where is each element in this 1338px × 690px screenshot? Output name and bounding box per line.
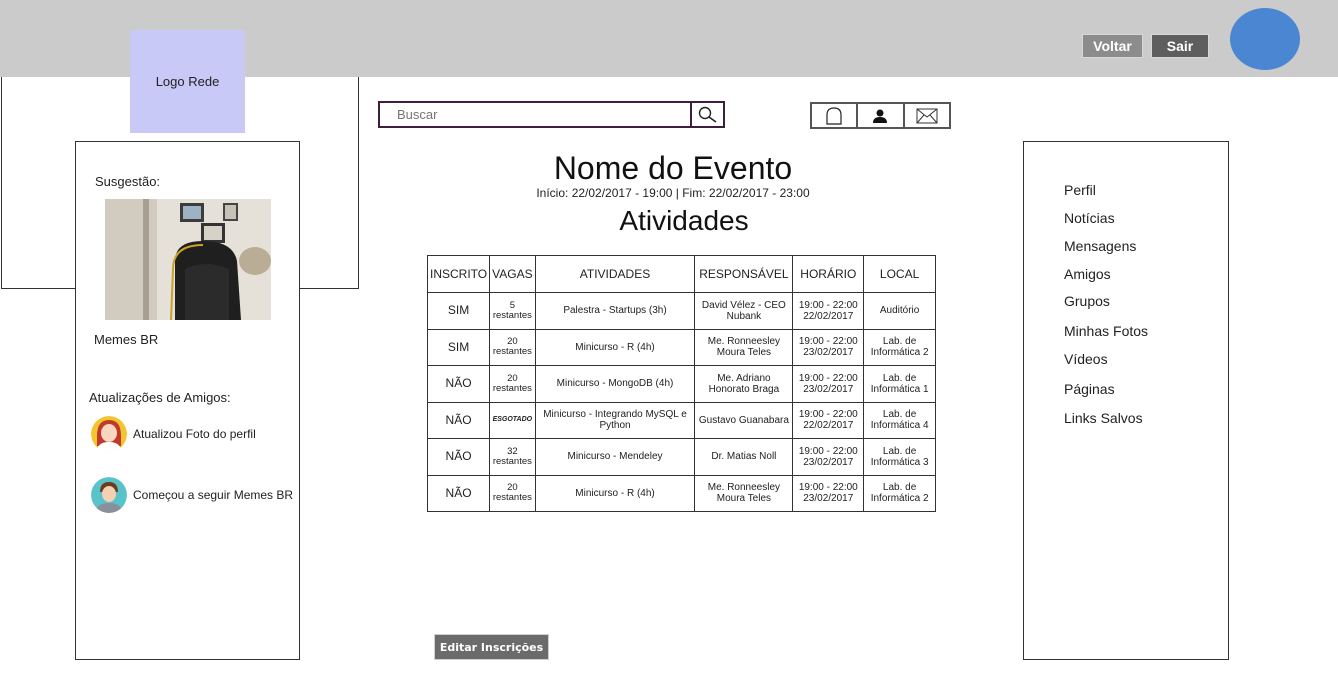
table-row[interactable]: NÃO ESGOTADO Minicurso - Integrando MySQ… (426, 401, 936, 439)
logo-text: Logo Rede (155, 74, 220, 89)
friend-update-text: Começou a seguir Memes BR (133, 488, 294, 502)
cell-local: Lab. de Informática 2 (863, 474, 936, 512)
suggestion-photo[interactable] (105, 199, 271, 320)
activities-title: Atividades (619, 205, 749, 236)
table-row[interactable]: SIM 20 restantes Minicurso - R (4h) Me. … (426, 328, 936, 366)
notifications-button[interactable] (812, 104, 856, 127)
cell-atividade: Minicurso - R (4h) (534, 474, 696, 512)
event-title: Nome do Evento (553, 150, 793, 186)
friend-update-item[interactable]: Começou a seguir Memes BR (91, 477, 293, 513)
cell-inscrito: SIM (426, 328, 491, 366)
cell-local: Lab. de Informática 3 (863, 438, 936, 476)
cell-vagas: ESGOTADO (489, 401, 536, 439)
bell-icon (826, 106, 842, 125)
search-input[interactable] (380, 103, 692, 126)
exit-button[interactable]: Sair (1151, 34, 1209, 58)
cell-local: Lab. de Informática 1 (863, 365, 936, 403)
cell-horario: 19:00 - 22:00 22/02/2017 (792, 292, 865, 330)
cell-atividade: Minicurso - R (4h) (534, 328, 696, 366)
suggestion-label: Susgestão: (95, 174, 161, 189)
cell-responsavel: Me. Adriano Honorato Braga (694, 365, 794, 403)
quick-icons (810, 102, 951, 129)
col-header-horario: HORÁRIO (792, 255, 865, 293)
cell-horario: 19:00 - 22:00 23/02/2017 (792, 328, 865, 366)
cell-vagas: 20 restantes (489, 474, 536, 512)
cell-responsavel: Me. Ronneesley Moura Teles (694, 328, 794, 366)
profile-button[interactable] (856, 104, 902, 127)
messages-button[interactable] (902, 104, 949, 127)
cell-responsavel: Me. Ronneesley Moura Teles (694, 474, 794, 512)
friend-update-item[interactable]: Atualizou Foto do perfil (91, 416, 256, 452)
event-dates: Início: 22/02/2017 - 19:00 | Fim: 22/02/… (536, 186, 810, 200)
cell-inscrito: NÃO (426, 474, 491, 512)
cell-responsavel: Gustavo Guanabara (694, 401, 794, 439)
cell-horario: 19:00 - 22:00 23/02/2017 (792, 438, 865, 476)
menu-item-noticias[interactable]: Notícias (1064, 210, 1115, 226)
cell-atividade: Minicurso - Mendeley (534, 438, 696, 476)
col-header-vagas: VAGAS (489, 255, 536, 293)
cell-atividade: Palestra - Startups (3h) (534, 292, 696, 330)
table-header-row: INSCRITO VAGAS ATIVIDADES RESPONSÁVEL HO… (426, 255, 936, 293)
suggestion-name[interactable]: Memes BR (94, 332, 158, 347)
search-icon (698, 106, 716, 123)
menu-item-perfil[interactable]: Perfil (1064, 182, 1096, 198)
cell-inscrito: SIM (426, 292, 491, 330)
cell-inscrito: NÃO (426, 365, 491, 403)
cell-inscrito: NÃO (426, 438, 491, 476)
cell-vagas: 20 restantes (489, 328, 536, 366)
right-menu-panel: Perfil Notícias Mensagens Amigos Grupos … (1023, 141, 1229, 660)
menu-item-videos[interactable]: Vídeos (1064, 351, 1108, 367)
cell-responsavel: David Vélez - CEO Nubank (694, 292, 794, 330)
cell-inscrito: NÃO (426, 401, 491, 439)
menu-item-grupos[interactable]: Grupos (1064, 293, 1110, 309)
friend-update-text: Atualizou Foto do perfil (133, 427, 256, 441)
user-avatar[interactable] (1230, 8, 1300, 70)
search-button[interactable] (690, 103, 723, 126)
menu-item-minhas-fotos[interactable]: Minhas Fotos (1064, 323, 1148, 339)
table-row[interactable]: NÃO 20 restantes Minicurso - MongoDB (4h… (426, 365, 936, 403)
logo[interactable]: Logo Rede (130, 30, 245, 133)
table-row[interactable]: NÃO 32 restantes Minicurso - Mendeley Dr… (426, 438, 936, 476)
cell-vagas: 32 restantes (489, 438, 536, 476)
col-header-local: LOCAL (863, 255, 936, 293)
cell-vagas: 5 restantes (489, 292, 536, 330)
envelope-icon (916, 108, 938, 123)
friend-avatar (91, 416, 127, 452)
cell-horario: 19:00 - 22:00 22/02/2017 (792, 401, 865, 439)
cell-atividade: Minicurso - MongoDB (4h) (534, 365, 696, 403)
cell-horario: 19:00 - 22:00 23/02/2017 (792, 365, 865, 403)
friend-avatar (91, 477, 127, 513)
cell-local: Auditório (863, 292, 936, 330)
col-header-inscrito: INSCRITO (426, 255, 491, 293)
cell-vagas: 20 restantes (489, 365, 536, 403)
activities-table: INSCRITO VAGAS ATIVIDADES RESPONSÁVEL HO… (426, 255, 936, 512)
user-icon (873, 109, 888, 123)
left-panel: Susgestão: Memes BR Atualizações de Amig… (75, 141, 300, 660)
edit-subscriptions-button[interactable]: Editar Inscrições (434, 634, 549, 660)
friend-updates-label: Atualizações de Amigos: (89, 390, 231, 405)
cell-responsavel: Dr. Matias Noll (694, 438, 794, 476)
cell-local: Lab. de Informática 2 (863, 328, 936, 366)
suggestion-photo-image (105, 199, 271, 320)
menu-item-links-salvos[interactable]: Links Salvos (1064, 410, 1143, 426)
search-bar (378, 101, 725, 128)
menu-item-amigos[interactable]: Amigos (1064, 266, 1111, 282)
cell-horario: 19:00 - 22:00 23/02/2017 (792, 474, 865, 512)
col-header-responsavel: RESPONSÁVEL (694, 255, 794, 293)
menu-item-mensagens[interactable]: Mensagens (1064, 238, 1136, 254)
cell-local: Lab. de Informática 4 (863, 401, 936, 439)
table-row[interactable]: NÃO 20 restantes Minicurso - R (4h) Me. … (426, 474, 936, 512)
col-header-atividades: ATIVIDADES (534, 255, 696, 293)
table-row[interactable]: SIM 5 restantes Palestra - Startups (3h)… (426, 292, 936, 330)
menu-item-paginas[interactable]: Páginas (1064, 381, 1115, 397)
cell-atividade: Minicurso - Integrando MySQL e Python (534, 401, 696, 439)
back-button[interactable]: Voltar (1082, 34, 1143, 58)
